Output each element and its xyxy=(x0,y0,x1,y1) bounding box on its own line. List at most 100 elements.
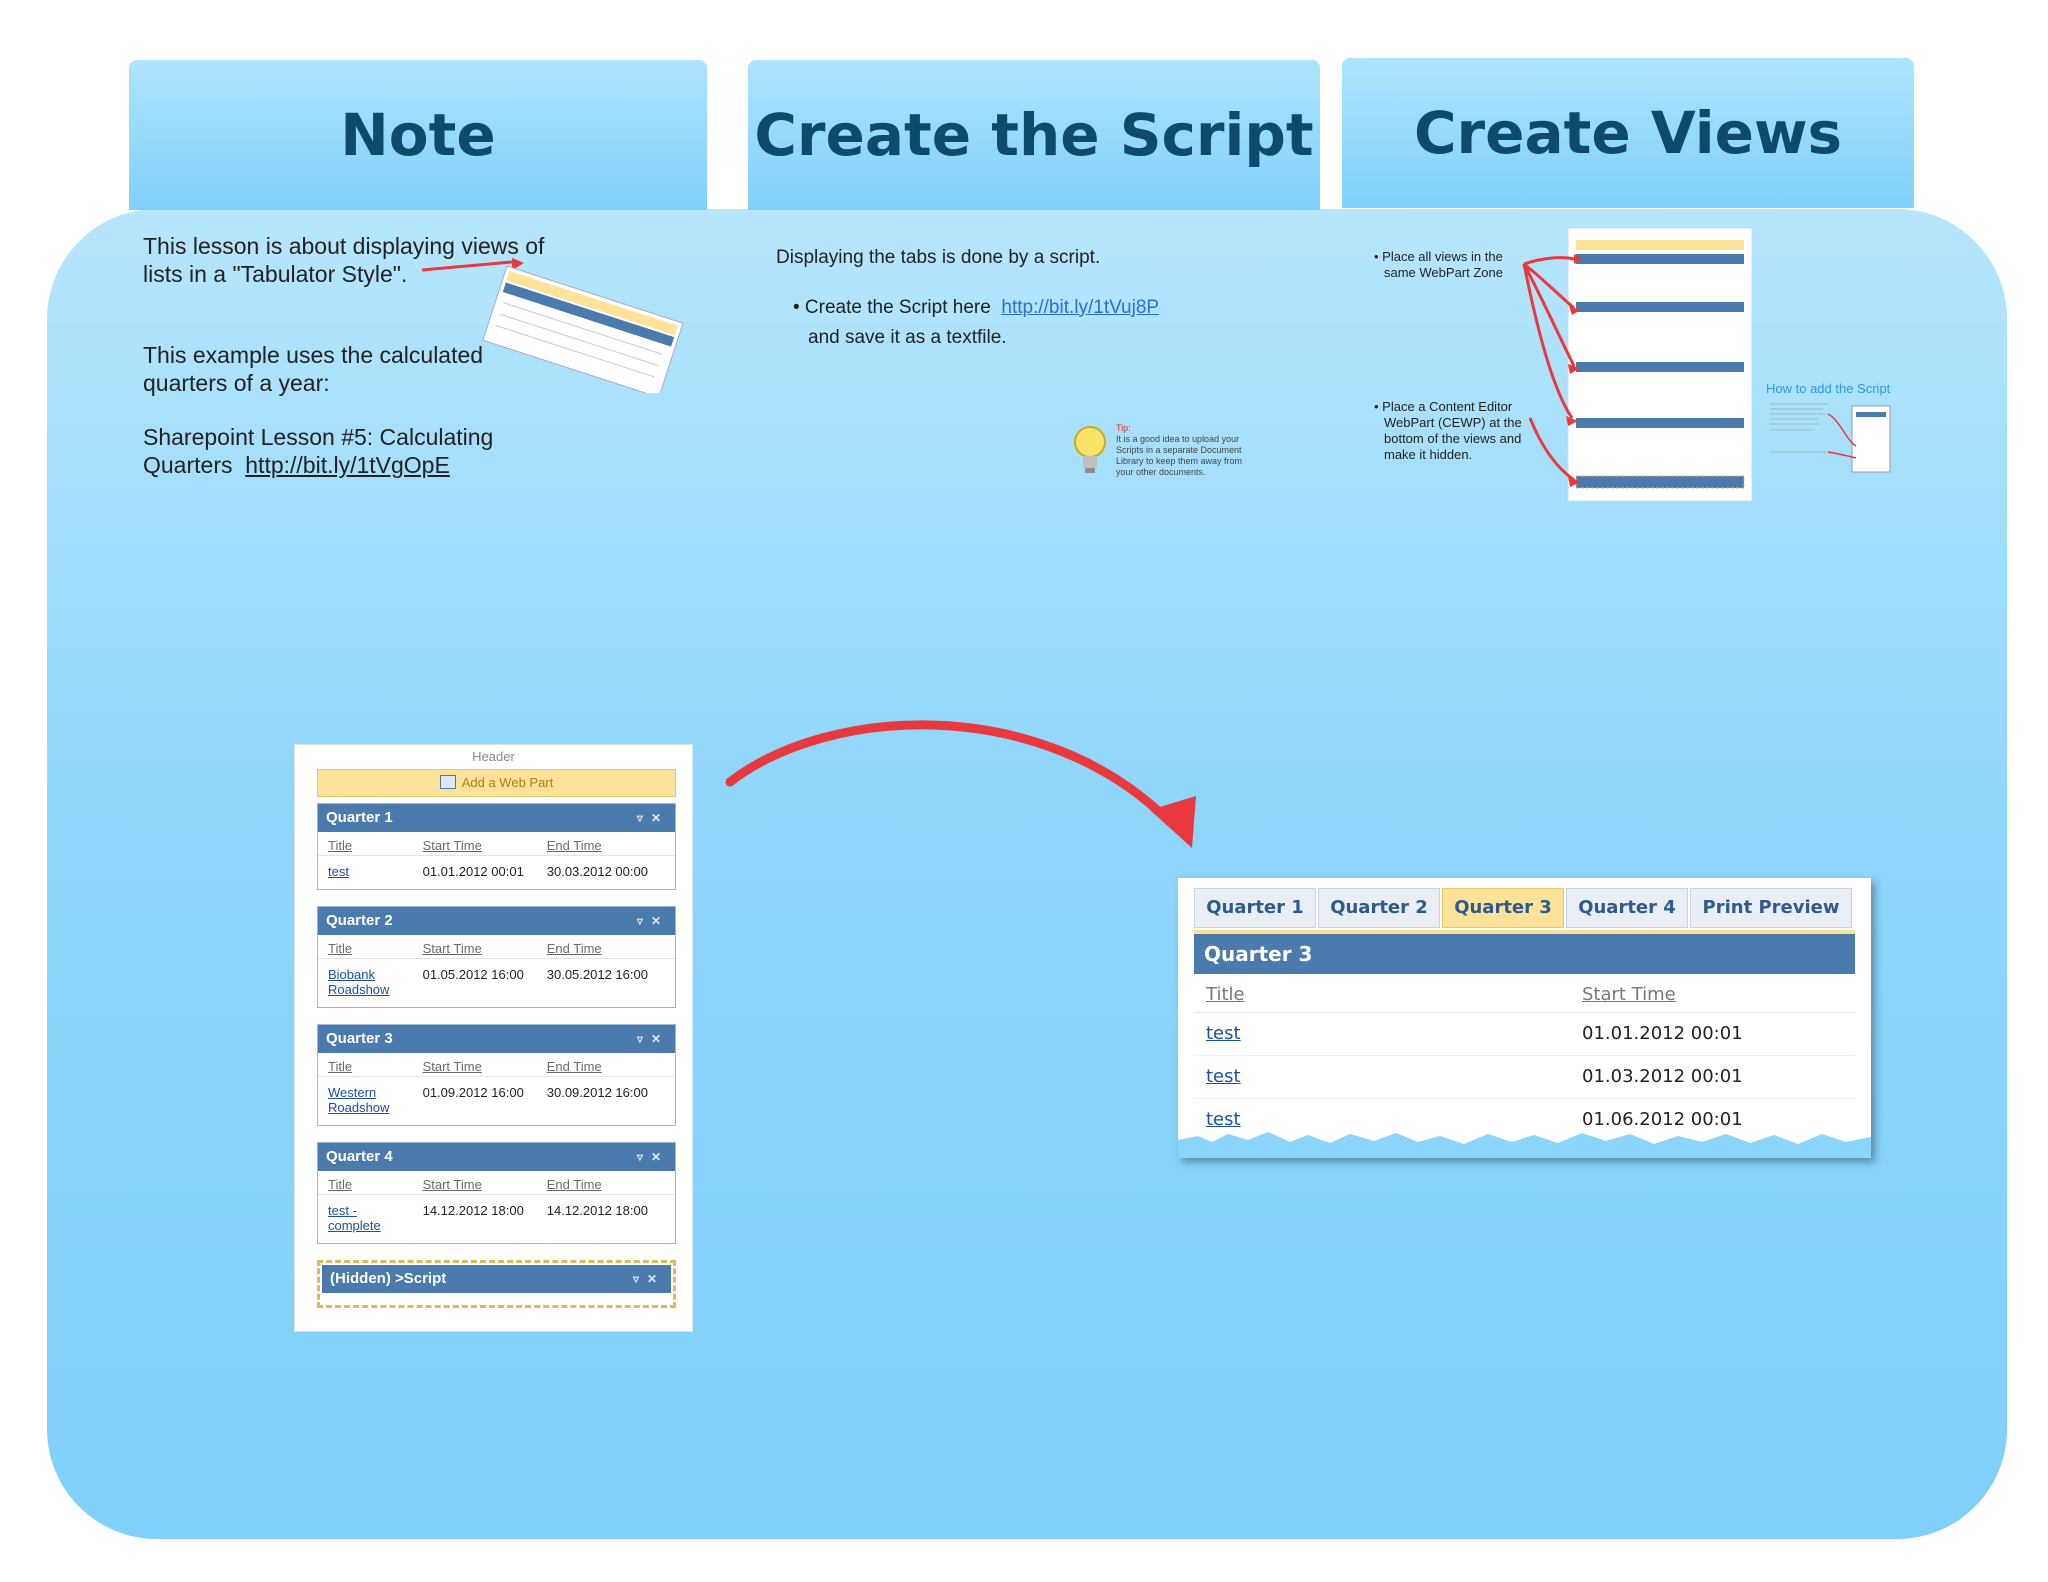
webpart-zone-screenshot: Header Add a Web Part Quarter 1 ▿✕ Title S… xyxy=(294,744,693,1332)
lesson5-link[interactable]: http://bit.ly/1tVgOpE xyxy=(245,452,450,478)
col-end[interactable]: End Time xyxy=(547,941,665,956)
add-web-part-button[interactable]: Add a Web Part xyxy=(317,769,676,797)
webpart-controls-icon[interactable]: ▿✕ xyxy=(637,907,669,935)
webpart-quarter-1: Quarter 1 ▿✕ Title Start Time End Time test… xyxy=(317,803,676,890)
col-start[interactable]: Start Time xyxy=(423,941,547,956)
item-link-line: complete xyxy=(328,1218,381,1233)
col-title[interactable]: Title xyxy=(1194,978,1582,1012)
tab-quarter-2[interactable]: Quarter 2 xyxy=(1318,888,1440,928)
webpart-controls-icon[interactable]: ▿✕ xyxy=(637,1143,669,1171)
item-link[interactable]: Biobank Roadshow xyxy=(328,967,423,997)
note-line: This lesson is about displaying views of xyxy=(143,233,545,259)
script-bullet-suffix: and save it as a textfile. xyxy=(808,327,1007,348)
item-link[interactable]: Western Roadshow xyxy=(328,1085,423,1115)
col-title[interactable]: Title xyxy=(328,1059,423,1074)
tab-note[interactable]: Note xyxy=(129,60,707,210)
mini-q3 xyxy=(1576,362,1744,372)
col-end[interactable]: End Time xyxy=(547,1059,665,1074)
start-value: 01.05.2012 16:00 xyxy=(422,967,524,982)
start-value: 01.03.2012 00:01 xyxy=(1582,1066,1743,1087)
end-value: 30.09.2012 16:00 xyxy=(546,1085,648,1100)
add-web-part-label: Add a Web Part xyxy=(461,775,554,790)
table-row: test 01.03.2012 00:01 xyxy=(1194,1056,1855,1099)
views-line: bottom of the views and xyxy=(1384,431,1522,446)
item-link[interactable]: test - complete xyxy=(328,1203,423,1233)
tip-box: Tip: It is a good idea to upload your Sc… xyxy=(1116,423,1246,478)
views-thumbnail xyxy=(1522,228,1752,502)
webpart-title: Quarter 2 xyxy=(326,912,393,929)
transform-arrow xyxy=(725,720,1196,848)
column-headers: Title Start Time End Time xyxy=(318,1053,675,1077)
item-link-line: Western xyxy=(328,1085,377,1100)
end-value: 30.05.2012 16:00 xyxy=(546,967,648,982)
views-line: • Place all views in the xyxy=(1374,249,1503,264)
webpart-title-bar: Quarter 4 ▿✕ xyxy=(318,1143,675,1171)
tab-quarter-4[interactable]: Quarter 4 xyxy=(1566,888,1688,928)
item-link-line: test - xyxy=(328,1203,357,1218)
column-headers: Title Start Time xyxy=(1194,978,1855,1013)
col-title[interactable]: Title xyxy=(328,838,423,853)
col-start[interactable]: Start Time xyxy=(423,838,547,853)
webpart-title-bar: Quarter 3 ▿✕ xyxy=(318,1025,675,1053)
table-row: test 01.01.2012 00:01 xyxy=(1194,1013,1855,1056)
mini-add-bar xyxy=(1576,240,1744,250)
column-headers: Title Start Time End Time xyxy=(318,832,675,856)
tab-create-views[interactable]: Create Views xyxy=(1342,58,1914,208)
tab-create-script[interactable]: Create the Script xyxy=(748,60,1320,210)
end-value: 14.12.2012 18:00 xyxy=(546,1203,648,1218)
torn-edge-shape xyxy=(1178,1132,1871,1158)
column-headers: Title Start Time End Time xyxy=(318,935,675,959)
how-to-add-script-link[interactable]: How to add the Script xyxy=(1766,381,1890,396)
webpart-controls-icon[interactable]: ▿✕ xyxy=(633,1265,665,1293)
webpart-title-bar: (Hidden) >Script ▿✕ xyxy=(322,1265,671,1293)
item-link[interactable]: test xyxy=(1194,1013,1582,1055)
views-line: • Place a Content Editor xyxy=(1374,399,1513,414)
note-line: Quarters xyxy=(143,452,233,478)
start-value: 01.09.2012 16:00 xyxy=(422,1085,524,1100)
webpart-title: (Hidden) >Script xyxy=(330,1270,447,1287)
webpart-title: Quarter 3 xyxy=(326,1030,393,1047)
webpart-quarter-4: Quarter 4 ▿✕ Title Start Time End Time test… xyxy=(317,1142,676,1244)
tab-view-screenshot: Quarter 1 Quarter 2 Quarter 3 Quarter 4 … xyxy=(1178,878,1871,1158)
views-arrows xyxy=(1522,256,1576,482)
zone-header-label: Header xyxy=(472,749,515,764)
item-link-line: Roadshow xyxy=(328,982,390,997)
tilted-thumbnail xyxy=(482,265,684,393)
item-link-line: Roadshow xyxy=(328,1100,390,1115)
table-row: test - complete 14.12.2012 18:00 14.12.2012… xyxy=(318,1195,675,1243)
webpart-controls-icon[interactable]: ▿✕ xyxy=(637,1025,669,1053)
script-intro: Displaying the tabs is done by a script. xyxy=(776,247,1101,268)
tab-view-table: Title Start Time test 01.01.2012 00:01 t… xyxy=(1194,978,1855,1141)
col-start[interactable]: Start Time xyxy=(423,1059,547,1074)
note-arrow-thumbnail xyxy=(421,258,684,393)
script-link[interactable]: http://bit.ly/1tVuj8P xyxy=(1001,297,1159,318)
col-start[interactable]: Start Time xyxy=(1582,978,1676,1012)
col-end[interactable]: End Time xyxy=(547,1177,665,1192)
views-line: same WebPart Zone xyxy=(1384,265,1503,280)
table-row: Biobank Roadshow 01.05.2012 16:00 30.05.201… xyxy=(318,959,675,1007)
table-row: Western Roadshow 01.09.2012 16:00 30.09.201… xyxy=(318,1077,675,1125)
item-link-line: Biobank xyxy=(328,967,375,982)
item-link[interactable]: test xyxy=(1194,1056,1582,1098)
item-link[interactable]: test xyxy=(328,864,423,879)
lightbulb-icon xyxy=(1072,424,1108,476)
col-end[interactable]: End Time xyxy=(547,838,665,853)
start-value: 14.12.2012 18:00 xyxy=(422,1203,524,1218)
col-title[interactable]: Title xyxy=(328,1177,423,1192)
table-row: test 01.01.2012 00:01 30.03.2012 00:00 xyxy=(318,856,675,889)
tab-quarter-1[interactable]: Quarter 1 xyxy=(1194,888,1316,928)
webpart-title-bar: Quarter 2 ▿✕ xyxy=(318,907,675,935)
col-start[interactable]: Start Time xyxy=(423,1177,547,1192)
note-line: Sharepoint Lesson #5: Calculating xyxy=(143,424,494,450)
col-title[interactable]: Title xyxy=(328,941,423,956)
tab-note-label: Note xyxy=(340,101,496,169)
tab-print-preview[interactable]: Print Preview xyxy=(1690,888,1852,928)
active-webpart-title-bar: Quarter 3 xyxy=(1194,934,1855,974)
hidden-script-webpart: (Hidden) >Script ▿✕ xyxy=(317,1260,676,1308)
webpart-controls-icon[interactable]: ▿✕ xyxy=(637,804,669,832)
tab-create-script-label: Create the Script xyxy=(754,101,1314,169)
note-paragraph-3: Sharepoint Lesson #5: Calculating Quarte… xyxy=(143,423,493,479)
webpart-title: Quarter 4 xyxy=(326,1148,393,1165)
tab-quarter-3[interactable]: Quarter 3 xyxy=(1442,888,1564,928)
script-bullet: • Create the Script here http://bit.ly/1… xyxy=(793,293,1159,353)
